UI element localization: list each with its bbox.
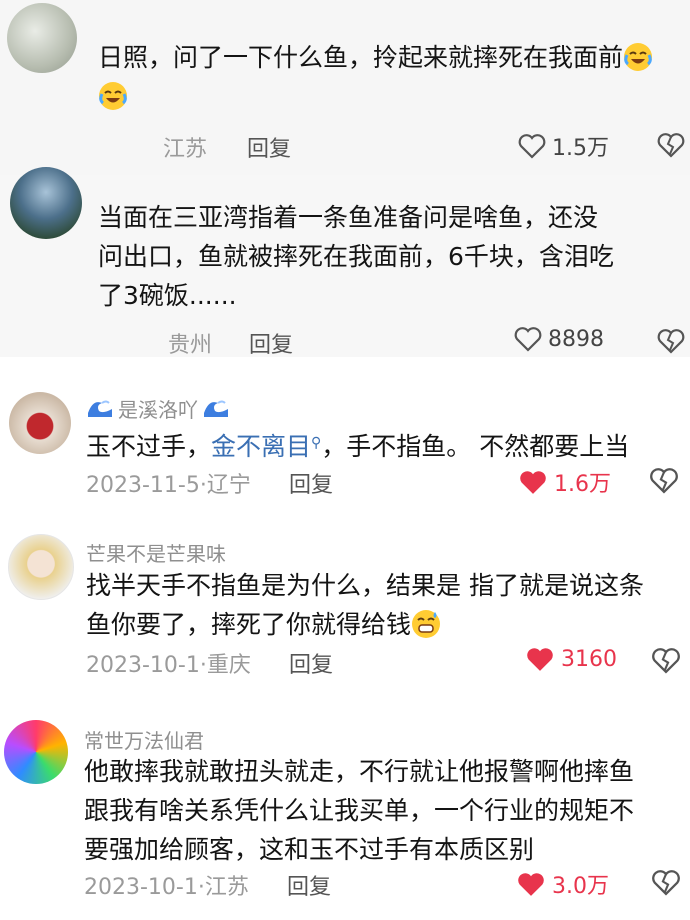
comment-text: 他敢摔我就敢扭头就走，不行就让他报警啊他摔鱼 跟我有啥关系凭什么让我买单，一个行… <box>84 752 684 869</box>
username[interactable]: 是溪洛吖 <box>86 394 230 423</box>
avatar[interactable] <box>7 3 77 73</box>
like-button[interactable]: 1.6万 <box>518 466 611 498</box>
dislike-button[interactable] <box>649 467 679 498</box>
heart-filled-icon <box>527 648 553 671</box>
location: 江苏 <box>163 137 208 162</box>
comment-text: 玉不过手，金不离目⚲，手不指鱼。 不然都要上当 <box>86 424 684 466</box>
broken-heart-icon <box>652 870 680 896</box>
reply-button[interactable]: 回复 <box>287 869 331 901</box>
dislike-button[interactable] <box>651 647 681 678</box>
broken-heart-icon <box>657 329 685 354</box>
comment-line: 当面在三亚湾指着一条鱼准备问是啥鱼，还没 <box>98 203 599 232</box>
comment-line: 他敢摔我就敢扭头就走，不行就让他报警啊他摔鱼 <box>84 757 635 786</box>
reply-button[interactable]: 回复 <box>247 131 291 163</box>
like-count: 1.5万 <box>552 136 609 161</box>
comment-line: 要强加给顾客，这和玉不过手有本质区别 <box>84 835 535 864</box>
location: 贵州 <box>168 333 213 358</box>
comment-line: 跟我有啥关系凭什么让我买单，一个行业的规矩不 <box>84 796 635 825</box>
broken-heart-icon <box>650 468 678 494</box>
like-count: 3160 <box>561 647 617 672</box>
dislike-button[interactable] <box>651 869 681 900</box>
like-count: 1.6万 <box>554 472 611 497</box>
comment-line: 鱼你要了，摔死了你就得给钱 <box>86 605 684 644</box>
comment-line: 了3碗饭...... <box>98 281 237 310</box>
search-icon[interactable]: ⚲ <box>311 435 321 451</box>
like-button[interactable]: 3160 <box>525 646 617 673</box>
heart-filled-icon <box>518 872 544 896</box>
comment-1: 日照，问了一下什么鱼，拎起来就摔死在我面前 江苏 回复 1.5万 <box>0 0 690 175</box>
broken-heart-icon <box>657 133 685 158</box>
username-text: 芒果不是芒果味 <box>86 542 226 566</box>
heart-outline-icon <box>518 134 546 159</box>
date-location: 2023-11-5·辽宁 <box>86 473 251 498</box>
comment-text: 日照，问了一下什么鱼，拎起来就摔死在我面前 <box>98 38 678 116</box>
comment-line: 找半天手不指鱼是为什么，结果是 指了就是说这条 <box>86 571 644 600</box>
reply-button[interactable]: 回复 <box>289 647 333 679</box>
dislike-button[interactable] <box>657 328 685 358</box>
like-count: 3.0万 <box>552 874 609 899</box>
wave-icon <box>86 395 114 422</box>
comment-line: 问出口，鱼就被摔死在我面前，6千块，含泪吃 <box>98 242 614 271</box>
username[interactable]: 芒果不是芒果味 <box>86 538 226 567</box>
like-button[interactable]: 1.5万 <box>518 130 609 162</box>
like-button[interactable]: 3.0万 <box>516 868 609 900</box>
username[interactable]: 常世万法仙君 <box>84 725 204 754</box>
heart-filled-icon <box>520 470 546 494</box>
comment-text-content: 日照，问了一下什么鱼，拎起来就摔死在我面前 <box>98 43 624 72</box>
dislike-button[interactable] <box>657 132 685 162</box>
avatar[interactable] <box>10 167 82 239</box>
sweat-grin-emoji-icon <box>411 610 441 639</box>
username-text: 是溪洛吖 <box>118 398 198 422</box>
date-location: 2023-10-1·江苏 <box>84 875 249 900</box>
search-link[interactable]: 金不离目 <box>211 432 311 461</box>
date-location: 2023-10-1·重庆 <box>86 653 251 678</box>
wave-icon <box>202 395 230 422</box>
username-text: 常世万法仙君 <box>84 729 204 753</box>
comment-2: 当面在三亚湾指着一条鱼准备问是啥鱼，还没 问出口，鱼就被摔死在我面前，6千块，含… <box>0 167 690 359</box>
heart-outline-icon <box>514 327 542 352</box>
comment-text-part: 玉不过手， <box>86 432 212 461</box>
broken-heart-icon <box>652 648 680 674</box>
comment-text-part: ，手不指鱼。 不然都要上当 <box>321 432 630 461</box>
avatar[interactable] <box>9 392 71 454</box>
comment-text: 当面在三亚湾指着一条鱼准备问是啥鱼，还没 问出口，鱼就被摔死在我面前，6千块，含… <box>98 198 683 315</box>
reply-button[interactable]: 回复 <box>249 327 293 359</box>
like-button[interactable]: 8898 <box>514 326 604 352</box>
reply-button[interactable]: 回复 <box>289 467 333 499</box>
comment-text: 找半天手不指鱼是为什么，结果是 指了就是说这条 鱼你要了，摔死了你就得给钱 <box>86 566 684 644</box>
comment-line-text: 鱼你要了，摔死了你就得给钱 <box>86 610 412 639</box>
avatar[interactable] <box>4 720 68 784</box>
avatar[interactable] <box>8 534 74 600</box>
like-count: 8898 <box>548 326 604 352</box>
